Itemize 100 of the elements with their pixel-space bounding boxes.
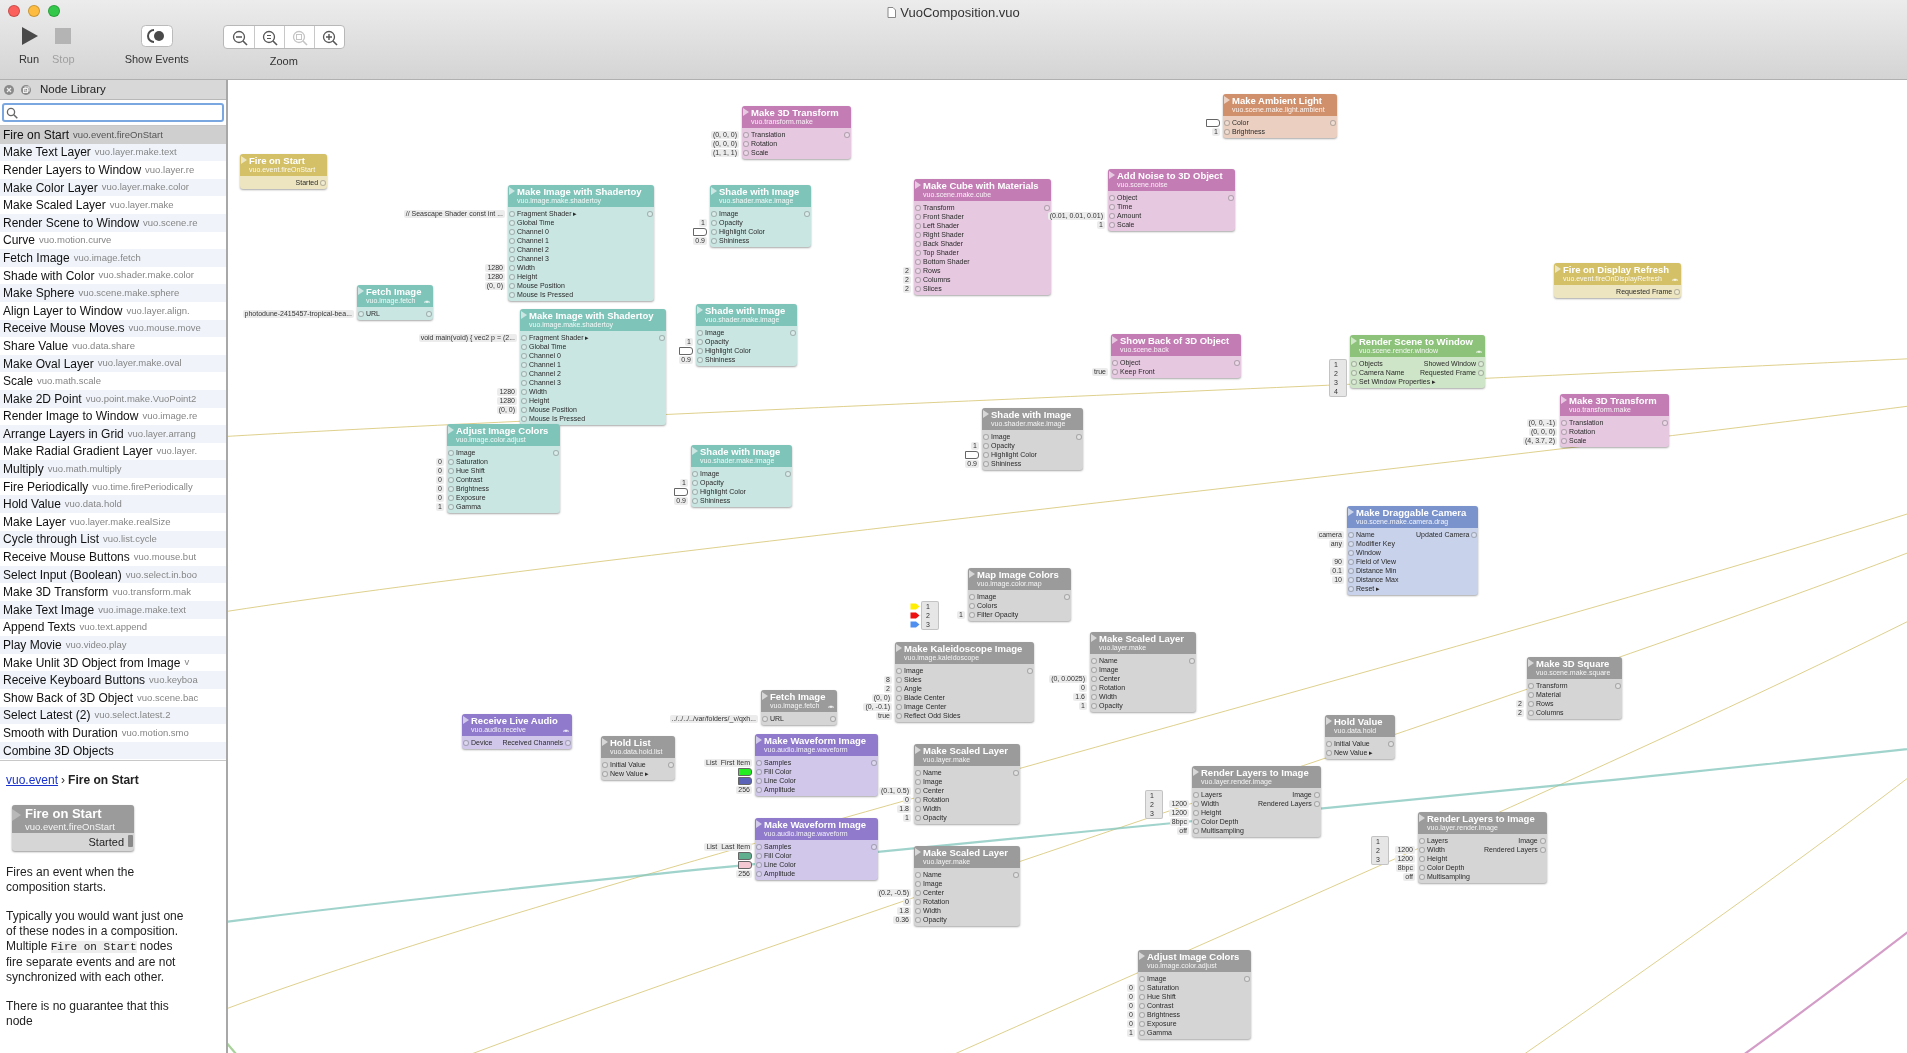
event-port-icon[interactable] xyxy=(969,570,975,578)
event-port-icon[interactable] xyxy=(915,746,921,754)
event-port-icon[interactable] xyxy=(915,848,921,856)
breadcrumb-separator: › xyxy=(61,772,66,789)
breadcrumb-link[interactable]: vuo.event xyxy=(6,771,59,789)
event-port-icon[interactable] xyxy=(1555,265,1561,273)
event-port-icon[interactable] xyxy=(711,187,717,195)
show-events-button[interactable]: Show Events xyxy=(124,25,189,65)
zoom-window-button[interactable] xyxy=(48,5,60,17)
library-item[interactable]: Make Text Image vuo.image.make.text xyxy=(0,601,226,619)
zoom-control[interactable] xyxy=(222,25,345,49)
node-title: Fetch Image xyxy=(770,691,826,702)
event-port-icon[interactable] xyxy=(602,738,608,746)
node-title: Map Image Colors xyxy=(977,569,1059,580)
node-title: Make Scaled Layer xyxy=(923,847,1009,858)
event-port-icon[interactable] xyxy=(1326,717,1332,725)
node-title: Make 3D Transform xyxy=(1569,395,1657,406)
color-swatch[interactable] xyxy=(738,851,752,860)
node-title: Render Layers to Image xyxy=(1201,767,1309,778)
node-title: Fetch Image xyxy=(366,286,422,297)
color-swatch[interactable] xyxy=(1206,118,1220,127)
event-port-icon[interactable] xyxy=(1139,952,1145,960)
node-title: Fire on Start xyxy=(249,155,306,166)
event-port-icon[interactable] xyxy=(1224,96,1230,104)
node-title: Receive Live Audio xyxy=(471,715,559,726)
event-port-icon[interactable] xyxy=(1091,634,1097,642)
node-title: Make Waveform Image xyxy=(764,819,867,830)
color-swatch[interactable] xyxy=(910,603,920,610)
document-icon xyxy=(887,7,897,19)
color-swatch[interactable] xyxy=(738,860,752,869)
event-port-icon[interactable] xyxy=(1419,814,1425,822)
magnifier-icon xyxy=(320,28,339,46)
node-title: Shade with Image xyxy=(719,186,800,197)
search-field[interactable] xyxy=(2,103,224,122)
node-title: Make Kaleidoscope Image xyxy=(904,643,1023,654)
event-port-icon[interactable] xyxy=(448,426,454,434)
description-paragraph: Typically you would want just one of these nodes in a composition. Multiple Fire on Start nodes fire separate events and are not synchronized with each other. xyxy=(6,909,185,985)
library-item[interactable]: Make Sphere vuo.scene.make.sphere xyxy=(0,284,226,302)
library-item[interactable]: Fire on Start vuo.event.fireOnStart xyxy=(0,126,226,144)
node-title: Make Ambient Light xyxy=(1232,95,1323,106)
event-port-icon[interactable] xyxy=(756,736,762,744)
node-title: Make Cube with Materials xyxy=(923,180,1039,191)
event-port-icon[interactable] xyxy=(241,156,247,164)
color-swatch[interactable] xyxy=(910,612,920,619)
color-swatch[interactable] xyxy=(738,776,752,785)
detach-icon[interactable] xyxy=(20,83,32,96)
close-icon[interactable] xyxy=(3,83,15,96)
event-port-icon[interactable] xyxy=(697,306,703,314)
event-port-icon[interactable] xyxy=(358,287,364,295)
library-item[interactable]: Hold Value vuo.data.hold xyxy=(0,495,226,514)
node-title: Shade with Image xyxy=(991,409,1072,420)
node-title: Fire on Display Refresh xyxy=(1563,264,1670,275)
event-port-icon[interactable] xyxy=(743,108,749,116)
event-port-icon[interactable] xyxy=(1193,768,1199,776)
library-item[interactable]: Play Movie vuo.video.play xyxy=(0,636,226,654)
library-item[interactable]: Multiply vuo.math.multiply xyxy=(0,460,226,478)
toolbar-label: Zoom xyxy=(269,55,298,67)
event-port-icon xyxy=(12,809,21,821)
library-item[interactable]: Arrange Layers in Grid vuo.layer.arrang xyxy=(0,425,226,443)
node-title: Hold Value xyxy=(1334,716,1383,727)
event-port-icon[interactable] xyxy=(1112,336,1118,344)
event-port-icon[interactable] xyxy=(756,820,762,828)
magnifier-icon xyxy=(260,28,279,46)
node-card[interactable]: Fire on Start vuo.event.fireOnStart Started xyxy=(12,805,134,851)
event-port-icon[interactable] xyxy=(692,447,698,455)
event-port-icon[interactable] xyxy=(463,716,469,724)
description-paragraph: There is no guarantee that this node xyxy=(6,999,170,1029)
color-swatch[interactable] xyxy=(679,346,693,355)
node-title: Make 3D Transform xyxy=(751,107,839,118)
event-port-icon[interactable] xyxy=(1528,659,1534,667)
color-swatch[interactable] xyxy=(693,227,707,236)
event-port-icon[interactable] xyxy=(915,181,921,189)
node-title: Adjust Image Colors xyxy=(1147,951,1240,962)
node-title: Show Back of 3D Object xyxy=(1120,335,1230,346)
port-label: Started xyxy=(88,834,124,850)
event-port-icon[interactable] xyxy=(896,644,902,652)
event-port-icon[interactable] xyxy=(1109,171,1115,179)
color-swatch[interactable] xyxy=(674,487,688,496)
event-port-icon[interactable] xyxy=(1348,508,1354,516)
event-port-icon[interactable] xyxy=(762,692,768,700)
event-port-icon[interactable] xyxy=(1351,337,1357,345)
event-port-icon[interactable] xyxy=(509,187,515,195)
event-port-icon[interactable] xyxy=(521,311,527,319)
event-port-icon[interactable] xyxy=(1561,396,1567,404)
node-title: Shade with Image xyxy=(705,305,786,316)
minimize-window-button[interactable] xyxy=(28,5,40,17)
library-item[interactable]: Receive Keyboard Buttons vuo.keyboa xyxy=(0,671,226,689)
search-icon xyxy=(6,106,18,119)
color-swatch[interactable] xyxy=(910,621,920,628)
node-title: Make Waveform Image xyxy=(764,735,867,746)
run-button[interactable]: Run xyxy=(18,25,40,65)
event-port-icon[interactable] xyxy=(983,410,989,418)
color-swatch[interactable] xyxy=(965,450,979,459)
library-item[interactable]: Fetch Image vuo.image.fetch xyxy=(0,249,226,267)
node-title: Make 3D Square xyxy=(1536,658,1611,669)
node-title: Make Scaled Layer xyxy=(1099,633,1185,644)
node-title: Render Scene to Window xyxy=(1359,336,1473,347)
node-title: Make Image with Shadertoy xyxy=(517,186,642,197)
color-swatch[interactable] xyxy=(738,767,752,776)
close-window-button[interactable] xyxy=(8,5,20,17)
